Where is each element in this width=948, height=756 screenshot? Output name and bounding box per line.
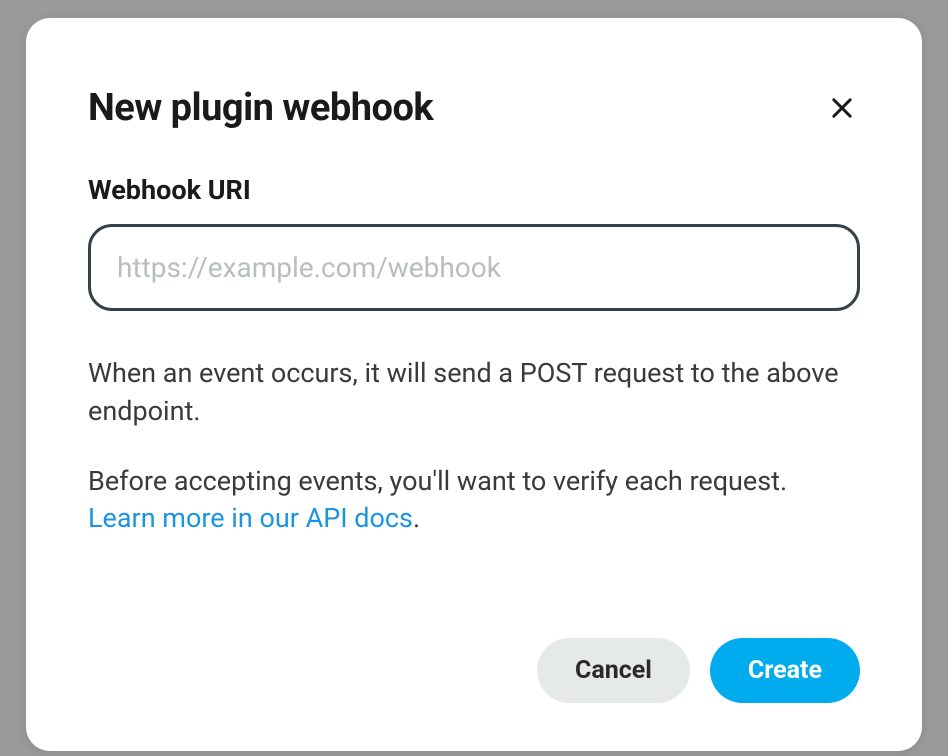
cancel-button[interactable]: Cancel (537, 638, 690, 703)
create-button[interactable]: Create (710, 638, 860, 703)
modal-header: New plugin webhook (88, 86, 860, 130)
close-icon (828, 94, 856, 122)
api-docs-link[interactable]: Learn more in our API docs (88, 502, 413, 534)
help-text: When an event occurs, it will send a POS… (88, 355, 860, 538)
help-paragraph-2-suffix: . (413, 502, 420, 534)
button-row: Cancel Create (88, 638, 860, 703)
new-webhook-modal: New plugin webhook Webhook URI When an e… (26, 18, 922, 751)
help-paragraph-2: Before accepting events, you'll want to … (88, 463, 860, 539)
close-button[interactable] (824, 90, 860, 126)
webhook-uri-label: Webhook URI (88, 174, 860, 206)
webhook-uri-input[interactable] (88, 224, 860, 311)
modal-title: New plugin webhook (88, 86, 433, 130)
help-paragraph-2-prefix: Before accepting events, you'll want to … (88, 465, 787, 497)
help-paragraph-1: When an event occurs, it will send a POS… (88, 355, 860, 431)
